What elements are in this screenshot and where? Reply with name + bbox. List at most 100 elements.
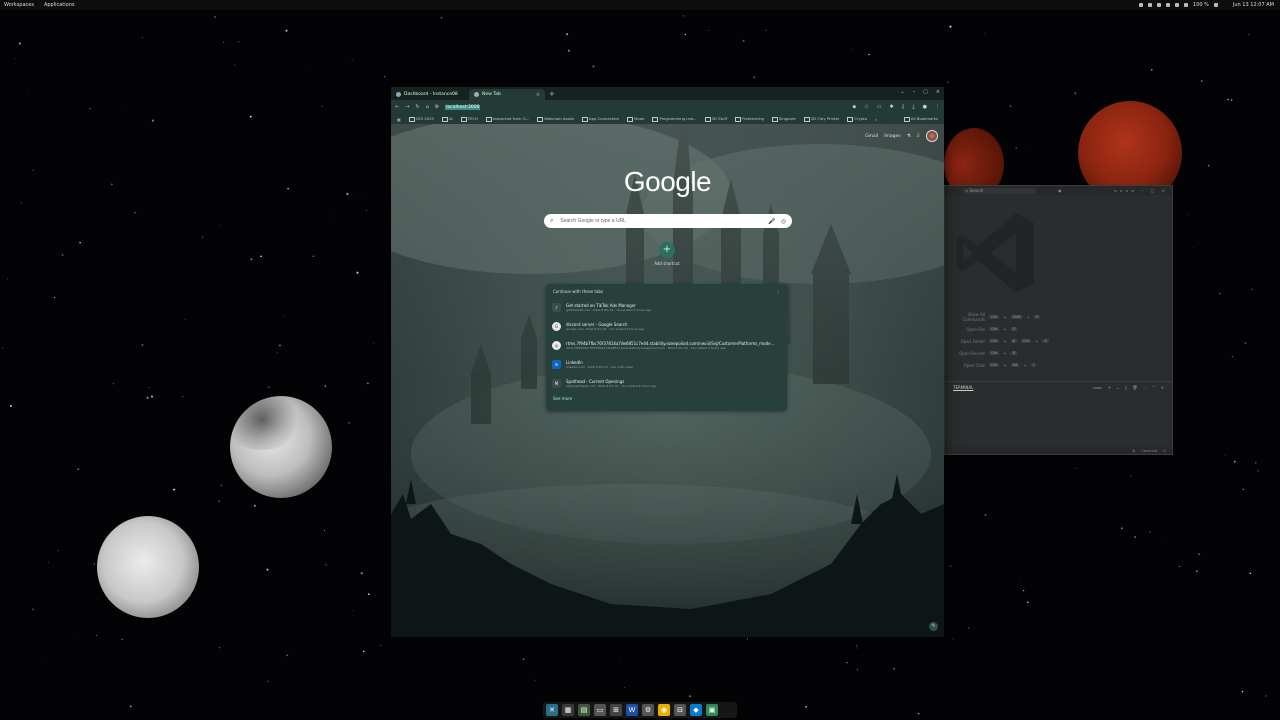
bookmark-item[interactable]: AI xyxy=(441,116,453,122)
bookmark-item[interactable]: Singpore xyxy=(771,116,796,122)
forward-icon[interactable]: → xyxy=(405,104,409,110)
layout-icons[interactable]: ▫▫▫▫ – ▢ × xyxy=(1114,188,1168,193)
workspaces-button[interactable]: Workspaces xyxy=(4,2,34,8)
tab-dashboard[interactable]: Dashboard - Instance08 xyxy=(391,89,469,100)
terminal-actions[interactable]: + ⌄ ▯ 🗑 … ⌃ × xyxy=(1108,385,1166,390)
power-icon[interactable] xyxy=(1213,3,1218,7)
grid-icon[interactable] xyxy=(1139,3,1144,7)
copilot-icon[interactable]: ◉ xyxy=(1058,188,1062,193)
browser-toolbar: ← → ↻ ⌂ ⚙ localhost:3000 ◆ ☆ ▭ ✱ ▯ ⤓ ● ⋮ xyxy=(391,100,944,114)
chrome-window[interactable]: Dashboard - Instance08 New Tab × + ⌄ – ▢… xyxy=(391,87,944,637)
bell-icon[interactable]: ⊙ xyxy=(1163,449,1166,453)
all-bookmarks-button[interactable]: All Bookmarks xyxy=(903,116,938,122)
apps-icon[interactable]: ▦ xyxy=(397,117,401,122)
continue-tab-text: discord server - Google Search google.com… xyxy=(566,322,644,331)
gmail-link[interactable]: Gmail xyxy=(865,134,878,139)
star-icon[interactable]: ☆ xyxy=(864,104,868,110)
bookmark-item[interactable]: Freelancing xyxy=(735,116,764,122)
profile-icon[interactable]: ● xyxy=(923,104,927,110)
vscode-shortcut-row[interactable]: Open File Ctrl + O xyxy=(949,323,1049,335)
vscode-icon[interactable]: ◆ xyxy=(690,704,702,716)
reload-icon[interactable]: ↻ xyxy=(415,104,419,110)
bookmark-item[interactable]: Webclam Assist xyxy=(537,116,574,122)
add-shortcut-button[interactable]: + xyxy=(659,242,675,258)
bookmark-item[interactable]: TECH xyxy=(460,116,478,122)
extension-icon[interactable]: ◆ xyxy=(852,104,856,110)
bookmark-item[interactable]: Programming Lea... xyxy=(652,116,697,122)
bookmark-item[interactable]: 3D Clay Printer xyxy=(803,116,839,122)
terminal-panel[interactable]: TERMINAL node + ⌄ ▯ 🗑 … ⌃ × xyxy=(945,381,1172,444)
clock[interactable]: Jun 13 12:07 AM xyxy=(1233,2,1274,8)
microphone-icon[interactable]: 🎤 xyxy=(768,218,775,225)
maximize-icon[interactable]: ▢ xyxy=(923,89,928,95)
volume-icon[interactable] xyxy=(1175,3,1180,7)
site-info-icon[interactable]: ⚙ xyxy=(435,104,439,110)
terminal-icon[interactable]: ▤ xyxy=(578,704,590,716)
windows-icon[interactable]: ⊞ xyxy=(610,704,622,716)
apps-grid-icon[interactable]: ▦ xyxy=(562,704,574,716)
address-bar-selected-text[interactable]: localhost:3000 xyxy=(445,104,481,110)
bookmark-item[interactable]: Inspected from G... xyxy=(485,116,529,122)
continue-tab-item[interactable]: ◎ rtms.7f94b7fbc76f37814a7de6851c7e44.sta… xyxy=(546,336,787,355)
wifi-icon[interactable] xyxy=(1166,3,1171,7)
tab-new-tab[interactable]: New Tab × xyxy=(469,89,545,100)
bookmark-item[interactable]: Moon xyxy=(627,116,644,122)
continue-tab-item[interactable]: Gdiscord server - Google Search google.co… xyxy=(546,317,787,336)
continue-tab-item[interactable]: M Spothead - Current Openings applyspothea… xyxy=(546,374,787,393)
settings-icon[interactable]: ⚙ xyxy=(642,704,654,716)
applications-button[interactable]: Applications xyxy=(44,2,75,8)
minimize-icon[interactable]: – xyxy=(913,89,916,95)
puzzle-icon[interactable]: ✱ xyxy=(889,104,893,110)
close-window-icon[interactable]: × xyxy=(936,89,940,95)
chrome-icon[interactable]: ◉ xyxy=(658,704,670,716)
new-tab-button[interactable]: + xyxy=(545,90,559,100)
terminal-tab[interactable]: TERMINAL xyxy=(945,382,981,393)
labs-icon[interactable]: ⚗ xyxy=(907,134,911,139)
status-continue[interactable]: Continue xyxy=(1141,449,1157,453)
see-more-link[interactable]: See more xyxy=(546,393,787,404)
vscode-shortcut-row[interactable]: Open Chat Ctrl + Alt + I xyxy=(949,359,1049,371)
continue-tab-item[interactable]: in LinkedIn linkedin.com · Pixel 8 Pro 01 … xyxy=(546,355,787,374)
google-apps-icon[interactable]: ⠿ xyxy=(917,134,920,139)
ntp-search-box[interactable]: ⌕ 🎤 ◎ xyxy=(544,214,792,228)
bookmark-item[interactable]: App Connection xyxy=(582,116,619,122)
vscode-shortcut-row[interactable]: Open Folder Ctrl + K Ctrl + O xyxy=(949,335,1050,347)
cast-icon[interactable]: ▭ xyxy=(877,104,882,110)
ntp-search-input[interactable] xyxy=(558,217,764,225)
star xyxy=(373,342,375,344)
google-logo: Google xyxy=(623,166,712,197)
address-bar[interactable]: localhost:3000 xyxy=(445,103,846,111)
images-link[interactable]: Images xyxy=(884,134,900,139)
close-tab-icon[interactable]: × xyxy=(536,92,540,98)
word-icon[interactable]: W xyxy=(626,704,638,716)
monitor-icon[interactable]: ▣ xyxy=(706,704,718,716)
bookmarks-overflow-button[interactable]: » xyxy=(875,117,877,122)
vscode-shortcut-row[interactable]: Open Recent Ctrl + R xyxy=(949,347,1049,359)
menu-icon[interactable]: ⋮ xyxy=(935,104,940,110)
vscode-shortcut-row[interactable]: Show All Commands Ctrl + Shift + P xyxy=(949,311,1049,323)
download-icon[interactable]: ⤓ xyxy=(912,104,914,110)
home-icon[interactable]: ⌂ xyxy=(426,104,429,110)
bookmark-item[interactable]: 3D Stuff xyxy=(704,116,727,122)
terminal-shell-label[interactable]: node xyxy=(1093,386,1102,390)
back-icon[interactable]: ← xyxy=(395,104,399,110)
star xyxy=(1248,34,1250,36)
vscode-search-box[interactable]: ⌕ Search xyxy=(963,187,1036,194)
bookmark-item[interactable]: CES 2025 xyxy=(408,116,434,122)
battery-icon[interactable] xyxy=(1184,3,1189,7)
side-panel-icon[interactable]: ▯ xyxy=(902,104,905,110)
continue-tab-item[interactable]: ♪ Get started on TikTok Ads Manager gettik… xyxy=(546,298,787,317)
account-avatar[interactable] xyxy=(926,130,938,142)
shield-icon[interactable] xyxy=(1157,3,1162,7)
network-icon[interactable] xyxy=(1148,3,1153,7)
vscode-window[interactable]: ⌕ Search ◉ ▫▫▫▫ – ▢ × Show All Commands C… xyxy=(944,185,1173,455)
settings-icon[interactable]: ⚙ xyxy=(1132,449,1135,453)
vm-icon[interactable]: ⊟ xyxy=(674,704,686,716)
cross-app-icon[interactable]: ✕ xyxy=(546,704,558,716)
files-icon[interactable]: ▭ xyxy=(594,704,606,716)
bookmark-item[interactable]: Crypto xyxy=(847,116,867,122)
lens-icon[interactable]: ◎ xyxy=(781,218,786,225)
card-menu-icon[interactable]: ⋮ xyxy=(776,289,780,294)
customize-pencil-icon[interactable]: ✎ xyxy=(929,622,938,631)
tab-search-icon[interactable]: ⌄ xyxy=(900,89,904,95)
